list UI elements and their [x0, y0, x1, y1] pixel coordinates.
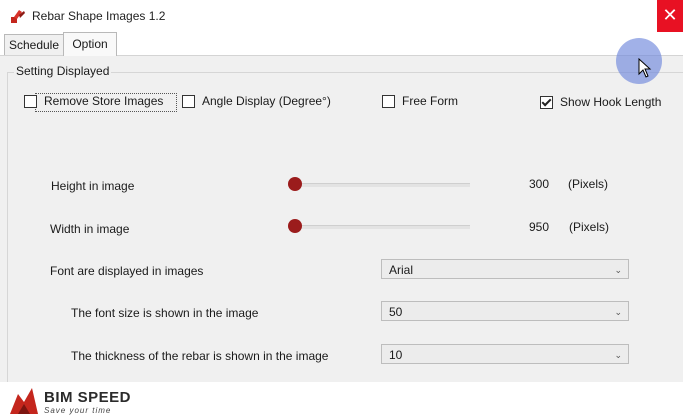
font-select[interactable]: Arial ⌄	[381, 259, 629, 279]
app-window: Rebar Shape Images 1.2 ✕ Schedule Option…	[0, 0, 683, 419]
checkbox-box[interactable]	[182, 94, 195, 108]
brand-tagline: Save your time	[44, 406, 112, 415]
tab-option[interactable]: Option	[63, 32, 117, 56]
checkbox-box[interactable]	[24, 94, 37, 108]
title-bar: Rebar Shape Images 1.2 ✕	[0, 0, 683, 32]
height-value: 300	[529, 177, 550, 191]
width-value: 950	[529, 220, 550, 234]
width-unit: (Pixels)	[569, 220, 610, 234]
checkbox-label: Free Form	[402, 94, 459, 108]
width-label: Width in image	[50, 222, 130, 236]
free-form-checkbox[interactable]: Free Form	[382, 94, 458, 108]
remove-store-images-checkbox[interactable]: Remove Store Images	[24, 94, 163, 108]
checkbox-box[interactable]	[382, 94, 395, 108]
tab-strip: Schedule Option	[0, 32, 683, 56]
brand-name: BIM SPEED	[44, 389, 132, 406]
font-label: Font are displayed in images	[50, 264, 204, 278]
bim-speed-logo-icon	[10, 388, 38, 414]
slider-track	[295, 225, 470, 229]
tab-schedule[interactable]: Schedule	[4, 34, 64, 55]
slider-thumb[interactable]	[288, 219, 302, 233]
width-slider[interactable]	[288, 219, 470, 233]
font-size-select-value: 50	[389, 305, 403, 319]
group-title: Setting Displayed	[14, 64, 112, 78]
rebar-app-icon	[11, 10, 25, 23]
slider-track	[295, 183, 470, 187]
close-icon: ✕	[662, 5, 678, 25]
chevron-down-icon: ⌄	[614, 350, 622, 360]
height-unit: (Pixels)	[568, 177, 609, 191]
thickness-select-value: 10	[389, 348, 403, 362]
chevron-down-icon: ⌄	[614, 307, 622, 317]
chevron-down-icon: ⌄	[614, 265, 622, 275]
checkbox-label: Angle Display (Degree°)	[202, 94, 331, 108]
checkbox-label: Show Hook Length	[560, 95, 662, 109]
checkbox-label: Remove Store Images	[44, 94, 164, 108]
font-size-select[interactable]: 50 ⌄	[381, 301, 629, 321]
height-label: Height in image	[51, 179, 135, 193]
height-slider[interactable]	[288, 177, 470, 191]
close-button[interactable]: ✕	[657, 0, 683, 32]
show-hook-length-checkbox[interactable]: Show Hook Length	[540, 95, 661, 109]
window-title: Rebar Shape Images 1.2	[32, 9, 166, 23]
mouse-pointer-icon	[638, 58, 652, 78]
font-size-label: The font size is shown in the image	[71, 306, 259, 320]
thickness-select[interactable]: 10 ⌄	[381, 344, 629, 364]
slider-thumb[interactable]	[288, 177, 302, 191]
angle-display-checkbox[interactable]: Angle Display (Degree°)	[182, 94, 331, 108]
thickness-label: The thickness of the rebar is shown in t…	[71, 349, 329, 363]
checkbox-box-checked[interactable]	[540, 95, 553, 109]
font-select-value: Arial	[389, 263, 414, 277]
